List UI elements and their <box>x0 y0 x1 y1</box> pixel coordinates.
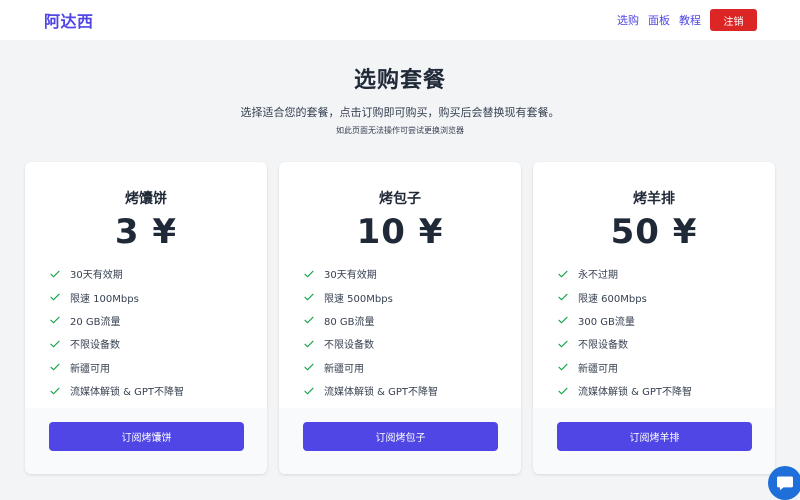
feature-label: 80 GB流量 <box>324 316 375 328</box>
feature-label: 限速 600Mbps <box>578 293 647 305</box>
nav-link-tutorial[interactable]: 教程 <box>679 12 701 28</box>
feature-item: 流媒体解锁 & GPT不降智 <box>49 379 184 402</box>
plan-card: 烤羊排 50 ¥ 永不过期 限速 600Mbps 300 GB流量 不限设备数 … <box>533 162 775 474</box>
check-icon <box>50 317 60 324</box>
plan-name: 烤包子 <box>379 191 421 207</box>
check-icon <box>50 363 60 371</box>
feature-label: 300 GB流量 <box>578 316 635 328</box>
feature-item: 新疆可用 <box>303 356 438 379</box>
check-icon <box>304 340 314 348</box>
feature-label: 流媒体解锁 & GPT不降智 <box>324 387 439 399</box>
feature-item: 不限设备数 <box>49 332 184 355</box>
feature-item: 流媒体解锁 & GPT不降智 <box>557 379 692 402</box>
feature-item: 不限设备数 <box>557 332 692 355</box>
browser-note: 如此页面无法操作可尝试更换浏览器 <box>336 126 464 135</box>
feature-label: 不限设备数 <box>324 340 374 352</box>
nav-link-panel[interactable]: 面板 <box>648 12 670 28</box>
feature-item: 新疆可用 <box>49 356 184 379</box>
check-icon <box>558 293 568 301</box>
check-icon <box>304 387 314 394</box>
feature-label: 限速 500Mbps <box>324 293 393 305</box>
feature-item: 30天有效期 <box>49 262 184 285</box>
feature-item: 20 GB流量 <box>49 309 184 332</box>
feature-label: 限速 100Mbps <box>70 293 139 305</box>
feature-label: 20 GB流量 <box>70 316 121 328</box>
subscribe-button[interactable]: 订阅烤包子 <box>303 422 498 451</box>
nav-links: 选购 面板 教程 注销 <box>608 9 757 31</box>
subscribe-button[interactable]: 订阅烤馕饼 <box>49 422 244 451</box>
plan-name: 烤馕饼 <box>125 191 167 207</box>
check-icon <box>304 293 314 301</box>
feature-label: 流媒体解锁 & GPT不降智 <box>578 387 693 399</box>
check-icon <box>558 317 568 324</box>
logout-button[interactable]: 注销 <box>710 9 757 31</box>
feature-item: 300 GB流量 <box>557 309 692 332</box>
feature-item: 限速 100Mbps <box>49 285 184 308</box>
check-icon <box>558 340 568 348</box>
feature-label: 新疆可用 <box>578 363 618 375</box>
plan-card: 烤包子 10 ¥ 30天有效期 限速 500Mbps 80 GB流量 不限设备数… <box>279 162 521 474</box>
feature-label: 流媒体解锁 & GPT不降智 <box>70 387 185 399</box>
card-footer: 订阅烤羊排 <box>533 408 775 474</box>
feature-list: 30天有效期 限速 100Mbps 20 GB流量 不限设备数 新疆可用 流媒体… <box>49 262 184 402</box>
feature-list: 永不过期 限速 600Mbps 300 GB流量 不限设备数 新疆可用 流媒体解… <box>557 262 692 402</box>
feature-item: 流媒体解锁 & GPT不降智 <box>303 379 438 402</box>
page-title: 选购套餐 <box>353 68 446 93</box>
chat-button[interactable] <box>768 466 800 500</box>
check-icon <box>558 270 568 278</box>
card-footer: 订阅烤馕饼 <box>25 408 267 474</box>
feature-item: 30天有效期 <box>303 262 438 285</box>
feature-label: 不限设备数 <box>578 340 628 352</box>
page-subtitle: 选择适合您的套餐，点击订购即可购买，购买后会替换现有套餐。 <box>240 106 560 119</box>
hero-section: 选购套餐 选择适合您的套餐，点击订购即可购买，购买后会替换现有套餐。 如此页面无… <box>0 62 800 136</box>
feature-label: 新疆可用 <box>324 363 364 375</box>
plan-name: 烤羊排 <box>633 191 675 207</box>
navbar: 阿达西 选购 面板 教程 注销 <box>0 0 800 40</box>
check-icon <box>304 317 314 324</box>
plan-price: 10 ¥ <box>356 212 444 252</box>
check-icon <box>558 387 568 394</box>
check-icon <box>304 363 314 371</box>
feature-item: 80 GB流量 <box>303 309 438 332</box>
feature-item: 不限设备数 <box>303 332 438 355</box>
feature-label: 永不过期 <box>578 270 618 282</box>
feature-list: 30天有效期 限速 500Mbps 80 GB流量 不限设备数 新疆可用 流媒体… <box>303 262 438 402</box>
check-icon <box>50 340 60 348</box>
feature-label: 30天有效期 <box>70 270 123 282</box>
check-icon <box>50 270 60 278</box>
check-icon <box>50 293 60 301</box>
feature-label: 不限设备数 <box>70 340 120 352</box>
feature-item: 限速 500Mbps <box>303 285 438 308</box>
plan-price: 3 ¥ <box>114 212 178 252</box>
check-icon <box>304 270 314 278</box>
feature-label: 30天有效期 <box>324 270 377 282</box>
feature-label: 新疆可用 <box>70 363 110 375</box>
chat-bubble-icon <box>777 476 793 491</box>
plan-price: 50 ¥ <box>610 212 698 252</box>
card-footer: 订阅烤包子 <box>279 408 521 474</box>
feature-item: 永不过期 <box>557 262 692 285</box>
feature-item: 新疆可用 <box>557 356 692 379</box>
plan-card: 烤馕饼 3 ¥ 30天有效期 限速 100Mbps 20 GB流量 不限设备数 … <box>25 162 267 474</box>
feature-item: 限速 600Mbps <box>557 285 692 308</box>
subscribe-button[interactable]: 订阅烤羊排 <box>557 422 752 451</box>
brand-logo[interactable]: 阿达西 <box>44 8 94 32</box>
check-icon <box>50 387 60 394</box>
nav-link-shop[interactable]: 选购 <box>617 12 639 28</box>
check-icon <box>558 363 568 371</box>
